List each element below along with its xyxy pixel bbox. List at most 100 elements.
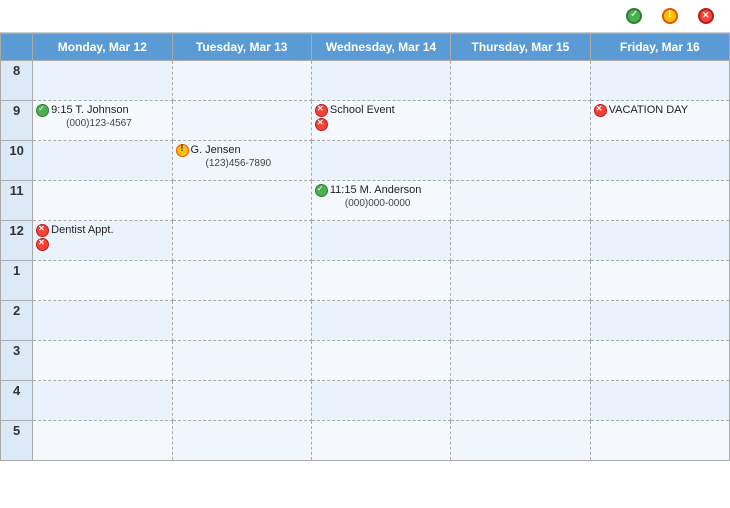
legend — [626, 8, 718, 24]
day-header-2: Tuesday, Mar 13 — [172, 34, 311, 61]
confirmed-icon — [626, 8, 642, 24]
day-cell[interactable] — [172, 181, 311, 221]
day-cell[interactable]: School Event — [311, 101, 450, 141]
day-cell[interactable] — [311, 341, 450, 381]
day-cell[interactable] — [451, 421, 590, 461]
table-row: 2 — [1, 301, 730, 341]
table-row: 12Dentist Appt. — [1, 221, 730, 261]
time-cell: 2 — [1, 301, 33, 341]
day-cell[interactable] — [451, 61, 590, 101]
table-row: 8 — [1, 61, 730, 101]
day-cell[interactable] — [311, 141, 450, 181]
event-phone: (123)456-7890 — [206, 157, 272, 170]
time-cell: 3 — [1, 341, 33, 381]
legend-confirmed — [626, 8, 646, 24]
table-row: 3 — [1, 341, 730, 381]
table-row: 1 — [1, 261, 730, 301]
day-cell[interactable] — [590, 221, 729, 261]
day-cell[interactable] — [451, 181, 590, 221]
day-cell[interactable] — [451, 141, 590, 181]
header — [0, 0, 730, 33]
day-cell[interactable] — [451, 221, 590, 261]
day-cell[interactable] — [311, 261, 450, 301]
day-cell[interactable] — [172, 341, 311, 381]
event-entry: 9:15 T. Johnson(000)123-4567 — [36, 103, 168, 130]
day-header-5: Friday, Mar 16 — [590, 34, 729, 61]
day-cell[interactable] — [311, 61, 450, 101]
day-cell[interactable]: Dentist Appt. — [33, 221, 172, 261]
event-entry: VACATION DAY — [594, 103, 726, 117]
day-cell[interactable]: VACATION DAY — [590, 101, 729, 141]
time-cell: 11 — [1, 181, 33, 221]
event-phone: (000)000-0000 — [345, 197, 422, 210]
extra-icon — [315, 117, 447, 131]
day-cell[interactable] — [172, 421, 311, 461]
day-cell[interactable] — [451, 381, 590, 421]
day-cell[interactable] — [451, 301, 590, 341]
table-row: 4 — [1, 381, 730, 421]
day-cell[interactable] — [311, 221, 450, 261]
event-phone: (000)123-4567 — [66, 117, 132, 130]
confirmed-event-icon — [315, 184, 328, 197]
unconfirmed-icon — [662, 8, 678, 24]
unavailable-extra-icon — [315, 118, 328, 131]
day-cell[interactable] — [33, 341, 172, 381]
extra-icon — [36, 237, 168, 251]
day-cell[interactable] — [33, 141, 172, 181]
day-cell[interactable] — [451, 261, 590, 301]
day-cell[interactable] — [33, 301, 172, 341]
event-title: School Event — [330, 103, 395, 117]
day-cell[interactable]: G. Jensen(123)456-7890 — [172, 141, 311, 181]
day-cell[interactable] — [172, 101, 311, 141]
table-row: 10 G. Jensen(123)456-7890 — [1, 141, 730, 181]
table-row: 11 11:15 M. Anderson(000)000-0000 — [1, 181, 730, 221]
unavailable-event-icon — [315, 104, 328, 117]
day-cell[interactable] — [590, 301, 729, 341]
day-cell[interactable]: 9:15 T. Johnson(000)123-4567 — [33, 101, 172, 141]
event-title: VACATION DAY — [609, 103, 688, 117]
event-entry: G. Jensen(123)456-7890 — [176, 143, 308, 170]
time-cell: 9 — [1, 101, 33, 141]
day-cell[interactable] — [451, 101, 590, 141]
day-cell[interactable] — [33, 421, 172, 461]
day-header-4: Thursday, Mar 15 — [451, 34, 590, 61]
day-cell[interactable] — [590, 341, 729, 381]
day-cell[interactable] — [172, 301, 311, 341]
event-title: 9:15 T. Johnson — [51, 103, 132, 117]
day-cell[interactable] — [172, 381, 311, 421]
legend-unavailable — [698, 8, 718, 24]
day-cell[interactable] — [590, 261, 729, 301]
unavailable-event-icon — [36, 224, 49, 237]
time-cell: 10 — [1, 141, 33, 181]
time-cell: 12 — [1, 221, 33, 261]
day-cell[interactable] — [590, 421, 729, 461]
day-cell[interactable] — [33, 381, 172, 421]
calendar-table: Monday, Mar 12Tuesday, Mar 13Wednesday, … — [0, 33, 730, 461]
day-cell[interactable] — [451, 341, 590, 381]
day-cell[interactable] — [172, 61, 311, 101]
event-title: G. Jensen — [191, 143, 272, 157]
unavailable-extra-icon — [36, 238, 49, 251]
day-cell[interactable] — [590, 181, 729, 221]
time-header — [1, 34, 33, 61]
day-cell[interactable]: 11:15 M. Anderson(000)000-0000 — [311, 181, 450, 221]
unconfirmed-event-icon — [176, 144, 189, 157]
day-cell[interactable] — [590, 141, 729, 181]
unavailable-event-icon — [594, 104, 607, 117]
day-cell[interactable] — [311, 381, 450, 421]
day-cell[interactable] — [172, 221, 311, 261]
day-cell[interactable] — [590, 61, 729, 101]
day-cell[interactable] — [33, 61, 172, 101]
legend-unconfirmed — [662, 8, 682, 24]
day-cell[interactable] — [311, 421, 450, 461]
confirmed-event-icon — [36, 104, 49, 117]
day-cell[interactable] — [33, 261, 172, 301]
time-cell: 5 — [1, 421, 33, 461]
day-cell[interactable] — [33, 181, 172, 221]
table-row: 5 — [1, 421, 730, 461]
event-entry: School Event — [315, 103, 447, 117]
event-entry: Dentist Appt. — [36, 223, 168, 237]
day-cell[interactable] — [311, 301, 450, 341]
day-cell[interactable] — [590, 381, 729, 421]
day-cell[interactable] — [172, 261, 311, 301]
